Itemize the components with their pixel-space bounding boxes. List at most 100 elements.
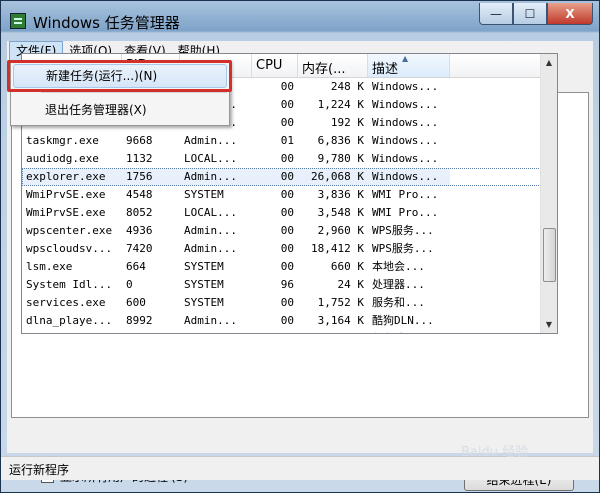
cell-cpu: 01 <box>280 134 294 147</box>
process-row[interactable]: lsm.exe 664 SYSTEM 00 660 K 本地会... <box>22 258 557 276</box>
cell-cpu: 00 <box>280 80 294 93</box>
cell-description: 处理器... <box>372 278 425 291</box>
cell-pid: 0 <box>126 278 133 291</box>
cell-user: LOCAL... <box>184 152 237 165</box>
vertical-scrollbar[interactable]: ▲ ▼ <box>540 54 557 333</box>
process-row[interactable]: wpscenter.exe 4936 Admin... 00 2,960 K WPS服务.… <box>22 222 557 240</box>
scroll-down-arrow-icon[interactable]: ▼ <box>541 316 557 333</box>
menu-exit[interactable]: 退出任务管理器(X) <box>13 98 227 122</box>
cell-user: Admin... <box>180 330 252 333</box>
window-title: Windows 任务管理器 <box>33 14 180 32</box>
task-manager-window: Windows 任务管理器 — ☐ X 文件(F) 选项(O) 查看(V) 帮助… <box>0 0 600 493</box>
cell-description: WMI Pro... <box>372 188 439 201</box>
task-manager-icon <box>10 13 26 29</box>
process-row[interactable]: WmiPrvSE.exe 4548 SYSTEM 00 3,836 K WMI Pro..… <box>22 186 557 204</box>
cell-user: Admin... <box>184 242 237 255</box>
cell-user: Admin... <box>180 168 252 186</box>
cell-description: 服务和... <box>372 296 425 309</box>
cell-memory: 18,412 K <box>311 242 364 255</box>
cell-image-name: WmiPrvSE.exe <box>26 188 106 201</box>
cell-user: SYSTEM <box>184 278 224 291</box>
cell-cpu: 00 <box>252 168 298 186</box>
cell-image-name: lsm.exe <box>26 260 73 273</box>
process-row[interactable]: audiodg.exe 1132 LOCAL... 00 9,780 K Windows.… <box>22 150 557 168</box>
cell-description: Windows... <box>372 152 439 165</box>
process-row[interactable]: taskeng.exe5088Admin...003,856 K任务计... <box>22 330 557 333</box>
cell-user: LOCAL... <box>184 206 237 219</box>
cell-memory: 6,836 K <box>317 134 364 147</box>
cell-memory: 1,752 K <box>317 296 364 309</box>
cell-description: WPS服务... <box>372 224 434 237</box>
cell-pid: 664 <box>126 260 146 273</box>
process-row[interactable]: explorer.exe 1756 Admin... 00 26,068 K Window… <box>22 168 557 186</box>
col-cpu[interactable]: CPU <box>252 54 298 77</box>
cell-cpu: 00 <box>280 224 294 237</box>
cell-memory: 3,164 K <box>317 314 364 327</box>
cell-image-name: WmiPrvSE.exe <box>26 206 106 219</box>
menu-separator <box>41 92 227 93</box>
col-memory[interactable]: 内存(... <box>298 54 368 77</box>
cell-image-name: audiodg.exe <box>26 152 99 165</box>
cell-image-name: wpscloudsv... <box>26 242 113 255</box>
cell-description: Windows... <box>372 98 439 111</box>
col-description[interactable]: 描述 ▲ <box>368 54 450 77</box>
maximize-button[interactable]: ☐ <box>513 3 547 25</box>
cell-pid: 8992 <box>126 314 153 327</box>
cell-cpu: 00 <box>280 314 294 327</box>
cell-memory: 660 K <box>330 260 364 273</box>
process-row[interactable]: wpscloudsv... 7420 Admin... 00 18,412 K WPS服务… <box>22 240 557 258</box>
cell-user: SYSTEM <box>184 260 224 273</box>
sort-arrow-icon: ▲ <box>402 54 409 63</box>
cell-pid: 9668 <box>126 134 153 147</box>
title-bar[interactable]: Windows 任务管理器 — ☐ X <box>1 1 599 41</box>
cell-user: Admin... <box>184 224 237 237</box>
cell-description: Windows... <box>372 134 439 147</box>
process-row[interactable]: System Idl... 0 SYSTEM 96 24 K 处理器... <box>22 276 557 294</box>
cell-image-name: explorer.exe <box>22 168 122 186</box>
close-button[interactable]: X <box>547 3 593 25</box>
cell-pid: 1756 <box>122 168 180 186</box>
cell-memory: 9,780 K <box>317 152 364 165</box>
cell-pid: 4936 <box>126 224 153 237</box>
cell-image-name: wpscenter.exe <box>26 224 113 237</box>
cell-description: WMI Pro... <box>372 206 439 219</box>
cell-memory: 26,068 K <box>298 168 368 186</box>
cell-memory: 24 K <box>337 278 365 291</box>
cell-user: SYSTEM <box>184 296 224 309</box>
cell-pid: 8052 <box>126 206 153 219</box>
cell-cpu: 00 <box>280 260 294 273</box>
scroll-thumb[interactable] <box>543 228 556 282</box>
cell-image-name: taskmgr.exe <box>26 134 99 147</box>
col-description-label: 描述 <box>372 62 399 77</box>
cell-cpu: 00 <box>280 116 294 129</box>
cell-pid: 600 <box>126 296 146 309</box>
cell-description: Windows... <box>372 116 439 129</box>
cell-description: 任务计... <box>368 330 450 333</box>
cell-cpu: 00 <box>280 242 294 255</box>
cell-description: Windows... <box>368 168 450 186</box>
cell-memory: 192 K <box>330 116 364 129</box>
cell-cpu: 00 <box>280 296 294 309</box>
process-row[interactable]: WmiPrvSE.exe 8052 LOCAL... 00 3,548 K WMI Pro… <box>22 204 557 222</box>
cell-cpu: 00 <box>280 152 294 165</box>
cell-description: Windows... <box>372 80 439 93</box>
cell-description: WPS服务... <box>372 242 434 255</box>
watermark: Baidu 经验 <box>461 445 529 460</box>
minimize-button[interactable]: — <box>479 3 513 25</box>
cell-memory: 248 K <box>330 80 364 93</box>
cell-cpu: 00 <box>280 98 294 111</box>
cell-pid: 1132 <box>126 152 153 165</box>
cell-cpu: 00 <box>280 206 294 219</box>
cell-memory: 3,856 K <box>298 330 368 333</box>
scroll-up-arrow-icon[interactable]: ▲ <box>541 54 557 71</box>
process-row[interactable]: services.exe 600 SYSTEM 00 1,752 K 服务和... <box>22 294 557 312</box>
process-row[interactable]: dlna_playe... 8992 Admin... 00 3,164 K 酷狗DLN.… <box>22 312 557 330</box>
cell-memory: 3,836 K <box>317 188 364 201</box>
cell-description: 本地会... <box>372 260 425 273</box>
cell-cpu: 96 <box>280 278 294 291</box>
highlight-annotation <box>7 60 232 92</box>
cell-user: SYSTEM <box>184 188 224 201</box>
process-row[interactable]: taskmgr.exe 9668 Admin... 01 6,836 K Windows.… <box>22 132 557 150</box>
cell-pid: 4548 <box>126 188 153 201</box>
cell-image-name: taskeng.exe <box>22 330 122 333</box>
